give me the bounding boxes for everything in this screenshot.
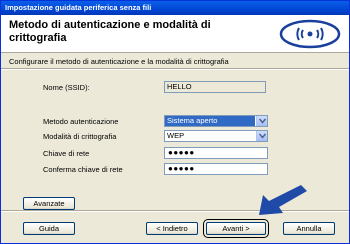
ssid-value: HELLO (164, 81, 266, 93)
chevron-down-icon[interactable] (256, 131, 267, 141)
network-key-label: Chiave di rete (43, 149, 90, 158)
confirm-key-label: Conferma chiave di rete (43, 165, 123, 174)
auth-method-select[interactable]: Sistema aperto (164, 115, 268, 127)
auth-label: Metodo autenticazione (43, 117, 119, 126)
pointer-arrow-icon (259, 185, 307, 215)
divider (1, 68, 349, 70)
window-titlebar: Impostazione guidata periferica senza fi… (1, 1, 349, 15)
help-button[interactable]: Guida (23, 222, 75, 235)
encryption-mode-value: WEP (167, 131, 185, 140)
network-key-field[interactable]: ●●●●● (164, 147, 268, 159)
confirm-key-field[interactable]: ●●●●● (164, 163, 268, 175)
page-title: Metodo di autenticazione e modalità di c… (9, 19, 211, 44)
chevron-down-icon[interactable] (256, 116, 267, 126)
ssid-label: Nome (SSID): (43, 83, 90, 92)
back-button[interactable]: < Indietro (146, 222, 198, 235)
window-title: Impostazione guidata periferica senza fi… (5, 3, 152, 12)
cancel-button[interactable]: Annulla (283, 222, 335, 235)
wizard-window: Impostazione guidata periferica senza fi… (0, 0, 350, 244)
next-button[interactable]: Avanti > (203, 219, 269, 238)
page-subtitle: Configurare il metodo di autenticazione … (9, 57, 229, 66)
wizard-header: Metodo di autenticazione e modalità di c… (1, 15, 349, 53)
auth-method-value: Sistema aperto (165, 116, 255, 126)
encryption-label: Modalità di crittografia (43, 132, 117, 141)
advanced-button[interactable]: Avanzate (23, 197, 75, 210)
wireless-logo-icon (279, 19, 341, 49)
encryption-mode-select[interactable]: WEP (164, 130, 268, 142)
